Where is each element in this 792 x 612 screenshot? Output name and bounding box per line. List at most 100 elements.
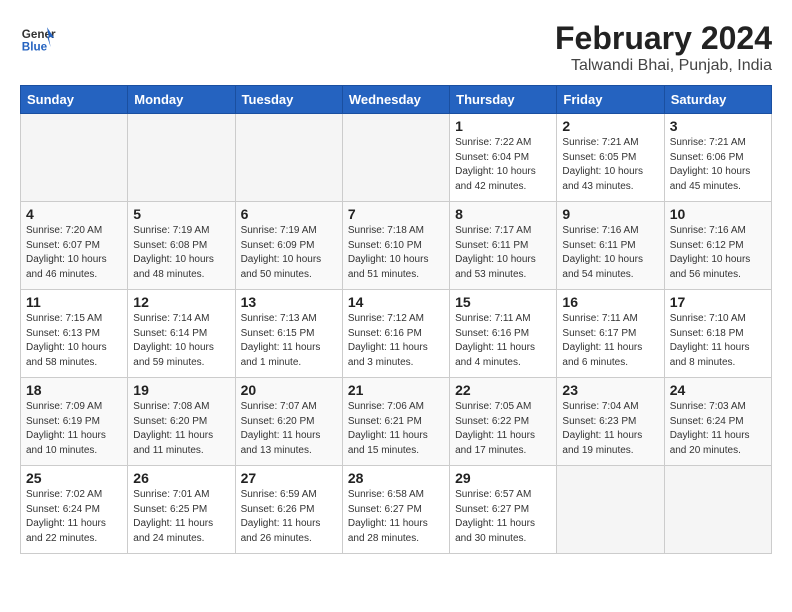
day-info: Sunrise: 7:02 AM Sunset: 6:24 PM Dayligh… [26,488,122,546]
day-info: Sunrise: 7:04 AM Sunset: 6:23 PM Dayligh… [562,400,658,458]
logo-icon: General Blue [20,20,56,56]
day-number: 20 [241,382,337,398]
day-of-week-thursday: Thursday [450,86,557,114]
day-number: 26 [133,470,229,486]
calendar-cell: 13 Sunrise: 7:13 AM Sunset: 6:15 PM Dayli… [235,290,342,378]
day-info: Sunrise: 7:11 AM Sunset: 6:16 PM Dayligh… [455,312,551,370]
calendar-week-row: 25 Sunrise: 7:02 AM Sunset: 6:24 PM Dayli… [21,466,772,554]
day-of-week-monday: Monday [128,86,235,114]
day-number: 2 [562,118,658,134]
day-of-week-saturday: Saturday [664,86,771,114]
calendar-cell: 19Sunrise: 7:08 AM Sunset: 6:20 PM Dayli… [128,378,235,466]
logo: General Blue [20,20,56,56]
calendar-week-row: 11 Sunrise: 7:15 AM Sunset: 6:13 PM Dayli… [21,290,772,378]
day-info: Sunrise: 7:17 AM Sunset: 6:11 PM Dayligh… [455,224,551,282]
calendar-cell: 17 Sunrise: 7:10 AM Sunset: 6:18 PM Dayli… [664,290,771,378]
calendar-cell: 21Sunrise: 7:06 AM Sunset: 6:21 PM Dayli… [342,378,449,466]
calendar-cell: 2 Sunrise: 7:21 AM Sunset: 6:05 PM Daylig… [557,114,664,202]
day-of-week-tuesday: Tuesday [235,86,342,114]
day-info: Sunrise: 7:21 AM Sunset: 6:06 PM Dayligh… [670,136,766,194]
day-number: 6 [241,206,337,222]
day-info: Sunrise: 7:19 AM Sunset: 6:09 PM Dayligh… [241,224,337,282]
calendar-cell: 26 Sunrise: 7:01 AM Sunset: 6:25 PM Dayli… [128,466,235,554]
calendar-cell: 9 Sunrise: 7:16 AM Sunset: 6:11 PM Daylig… [557,202,664,290]
calendar-cell [235,114,342,202]
day-info: Sunrise: 6:57 AM Sunset: 6:27 PM Dayligh… [455,488,551,546]
calendar-cell: 15 Sunrise: 7:11 AM Sunset: 6:16 PM Dayli… [450,290,557,378]
day-info: Sunrise: 6:59 AM Sunset: 6:26 PM Dayligh… [241,488,337,546]
day-info: Sunrise: 7:09 AM Sunset: 6:19 PM Dayligh… [26,400,122,458]
day-of-week-wednesday: Wednesday [342,86,449,114]
day-of-week-sunday: Sunday [21,86,128,114]
day-number: 25 [26,470,122,486]
day-info: Sunrise: 7:06 AM Sunset: 6:21 PM Dayligh… [348,400,444,458]
calendar-cell: 11 Sunrise: 7:15 AM Sunset: 6:13 PM Dayli… [21,290,128,378]
day-info: Sunrise: 7:01 AM Sunset: 6:25 PM Dayligh… [133,488,229,546]
day-info: Sunrise: 7:15 AM Sunset: 6:13 PM Dayligh… [26,312,122,370]
calendar-cell [342,114,449,202]
calendar-table: SundayMondayTuesdayWednesdayThursdayFrid… [20,85,772,554]
calendar-week-row: 18 Sunrise: 7:09 AM Sunset: 6:19 PM Dayli… [21,378,772,466]
day-number: 14 [348,294,444,310]
calendar-cell: 23Sunrise: 7:04 AM Sunset: 6:23 PM Dayli… [557,378,664,466]
day-number: 11 [26,294,122,310]
day-number: 4 [26,206,122,222]
day-number: 8 [455,206,551,222]
day-info: Sunrise: 7:12 AM Sunset: 6:16 PM Dayligh… [348,312,444,370]
title-section: February 2024 Talwandi Bhai, Punjab, Ind… [555,20,772,75]
day-number: 15 [455,294,551,310]
day-number: 3 [670,118,766,134]
calendar-cell: 22 Sunrise: 7:05 AM Sunset: 6:22 PM Dayli… [450,378,557,466]
page-header: General Blue February 2024 Talwandi Bhai… [20,20,772,75]
day-info: Sunrise: 7:13 AM Sunset: 6:15 PM Dayligh… [241,312,337,370]
day-number: 28 [348,470,444,486]
day-info: Sunrise: 7:07 AM Sunset: 6:20 PM Dayligh… [241,400,337,458]
calendar-cell: 12 Sunrise: 7:14 AM Sunset: 6:14 PM Dayli… [128,290,235,378]
calendar-cell [21,114,128,202]
day-number: 12 [133,294,229,310]
calendar-cell: 14 Sunrise: 7:12 AM Sunset: 6:16 PM Dayli… [342,290,449,378]
day-info: Sunrise: 7:03 AM Sunset: 6:24 PM Dayligh… [670,400,766,458]
calendar-header-row: SundayMondayTuesdayWednesdayThursdayFrid… [21,86,772,114]
day-info: Sunrise: 6:58 AM Sunset: 6:27 PM Dayligh… [348,488,444,546]
day-info: Sunrise: 7:21 AM Sunset: 6:05 PM Dayligh… [562,136,658,194]
day-number: 22 [455,382,551,398]
day-number: 9 [562,206,658,222]
location-subtitle: Talwandi Bhai, Punjab, India [555,57,772,75]
calendar-cell: 6 Sunrise: 7:19 AM Sunset: 6:09 PM Daylig… [235,202,342,290]
calendar-cell [557,466,664,554]
calendar-cell [664,466,771,554]
calendar-cell: 18 Sunrise: 7:09 AM Sunset: 6:19 PM Dayli… [21,378,128,466]
day-info: Sunrise: 7:18 AM Sunset: 6:10 PM Dayligh… [348,224,444,282]
day-number: 10 [670,206,766,222]
day-of-week-friday: Friday [557,86,664,114]
day-info: Sunrise: 7:11 AM Sunset: 6:17 PM Dayligh… [562,312,658,370]
day-number: 7 [348,206,444,222]
day-info: Sunrise: 7:16 AM Sunset: 6:12 PM Dayligh… [670,224,766,282]
day-info: Sunrise: 7:08 AM Sunset: 6:20 PM Dayligh… [133,400,229,458]
calendar-cell: 24 Sunrise: 7:03 AM Sunset: 6:24 PM Dayli… [664,378,771,466]
day-info: Sunrise: 7:16 AM Sunset: 6:11 PM Dayligh… [562,224,658,282]
day-number: 17 [670,294,766,310]
day-number: 24 [670,382,766,398]
calendar-cell: 8 Sunrise: 7:17 AM Sunset: 6:11 PM Daylig… [450,202,557,290]
day-info: Sunrise: 7:10 AM Sunset: 6:18 PM Dayligh… [670,312,766,370]
calendar-cell: 7 Sunrise: 7:18 AM Sunset: 6:10 PM Daylig… [342,202,449,290]
calendar-cell: 16Sunrise: 7:11 AM Sunset: 6:17 PM Dayli… [557,290,664,378]
day-info: Sunrise: 7:19 AM Sunset: 6:08 PM Dayligh… [133,224,229,282]
day-number: 13 [241,294,337,310]
day-info: Sunrise: 7:05 AM Sunset: 6:22 PM Dayligh… [455,400,551,458]
calendar-cell: 10 Sunrise: 7:16 AM Sunset: 6:12 PM Dayli… [664,202,771,290]
day-number: 1 [455,118,551,134]
calendar-cell: 5Sunrise: 7:19 AM Sunset: 6:08 PM Daylig… [128,202,235,290]
day-number: 18 [26,382,122,398]
day-number: 29 [455,470,551,486]
day-info: Sunrise: 7:14 AM Sunset: 6:14 PM Dayligh… [133,312,229,370]
svg-text:Blue: Blue [22,41,48,54]
month-year-title: February 2024 [555,20,772,57]
day-number: 27 [241,470,337,486]
calendar-cell: 4Sunrise: 7:20 AM Sunset: 6:07 PM Daylig… [21,202,128,290]
calendar-cell [128,114,235,202]
calendar-cell: 25 Sunrise: 7:02 AM Sunset: 6:24 PM Dayli… [21,466,128,554]
calendar-cell: 27 Sunrise: 6:59 AM Sunset: 6:26 PM Dayli… [235,466,342,554]
